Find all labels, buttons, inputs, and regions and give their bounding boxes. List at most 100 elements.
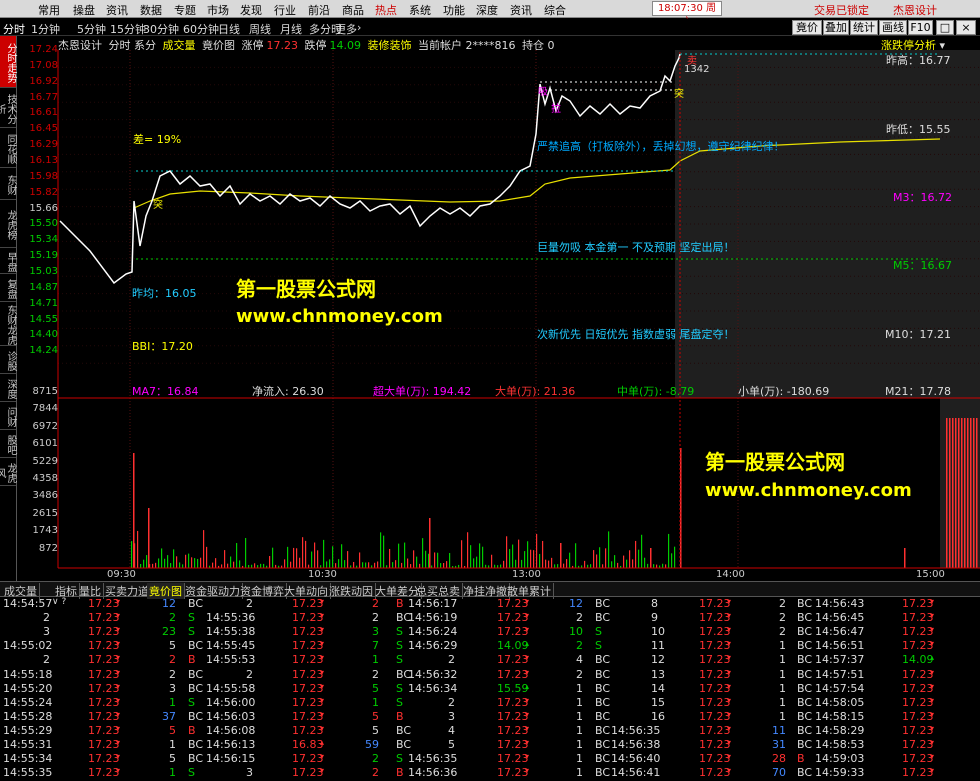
tick-trade-table: 14:54:57 17.23 ▾ 12 BC 2 17.23 ▾ 2 S 3 17.23 ▾ 23 S 14:… bbox=[0, 597, 980, 781]
trade-volume: 5 bbox=[372, 709, 379, 723]
period-tab[interactable]: 15分钟 bbox=[110, 21, 146, 37]
trade-price: 17.23 bbox=[497, 667, 529, 681]
toolbar-button[interactable]: 竟价 bbox=[792, 20, 822, 35]
volume-bar bbox=[404, 542, 406, 568]
toolbar-button[interactable]: 画线 bbox=[879, 20, 907, 35]
trade-time: 14:56:19 bbox=[408, 611, 458, 625]
menu-item[interactable]: 功能 bbox=[443, 2, 465, 18]
period-tab[interactable]: 日线 bbox=[218, 21, 240, 37]
volume-bar bbox=[970, 418, 972, 568]
menu-item[interactable]: 综合 bbox=[544, 2, 566, 18]
trade-price: 17.23 bbox=[292, 695, 324, 709]
trade-price: 17.23 bbox=[88, 681, 120, 695]
trend-arrow-icon: ▾ bbox=[320, 752, 325, 762]
trade-lock-status[interactable]: 交易已锁定 bbox=[814, 2, 869, 18]
trade-volume: 1 bbox=[576, 695, 583, 709]
trade-volume: 2 bbox=[372, 611, 379, 625]
trade-time: 3 bbox=[448, 709, 455, 723]
volume-bar bbox=[434, 552, 436, 568]
trend-arrow-icon: ▾ bbox=[930, 766, 935, 776]
more-arrow-icon[interactable]: › bbox=[357, 21, 361, 34]
menu-item[interactable]: 市场 bbox=[207, 2, 229, 18]
trade-volume: 37 bbox=[162, 709, 176, 723]
period-tab[interactable]: 1分钟 bbox=[31, 21, 60, 37]
volume-bar bbox=[410, 564, 412, 568]
trade-side: B bbox=[188, 653, 196, 667]
menu-item[interactable]: 资讯 bbox=[510, 2, 532, 18]
menu-item[interactable]: 商品 bbox=[342, 2, 364, 18]
toolbar-button[interactable]: 叠加 bbox=[823, 20, 849, 35]
trade-side: BC bbox=[188, 709, 204, 723]
trade-time: 14:58:53 bbox=[815, 738, 865, 751]
trade-price: 17.23 bbox=[497, 752, 529, 766]
menu-item[interactable]: 系统 bbox=[409, 2, 431, 18]
super-large-orders: 超大单(万): 194.42 bbox=[373, 385, 472, 398]
toolbar-button[interactable]: F10 bbox=[908, 20, 933, 35]
volume-bar bbox=[206, 546, 208, 568]
menu-item[interactable]: 资讯 bbox=[106, 2, 128, 18]
volume-bar bbox=[380, 532, 382, 568]
trade-time: 2 bbox=[246, 597, 253, 610]
trade-time: 14:56:29 bbox=[408, 639, 458, 653]
trade-side: S bbox=[188, 766, 195, 780]
trade-time: 15 bbox=[651, 695, 665, 709]
trade-time: 3 bbox=[246, 766, 253, 780]
menu-item[interactable]: 常用 bbox=[38, 2, 60, 18]
menu-item[interactable]: 数据 bbox=[140, 2, 162, 18]
volume-bar bbox=[133, 453, 135, 568]
volume-bar bbox=[479, 543, 481, 568]
trend-arrow-icon: ▾ bbox=[116, 752, 121, 762]
volume-bar bbox=[560, 543, 562, 568]
volume-bar bbox=[557, 564, 559, 568]
toolbar-button[interactable]: 统计 bbox=[850, 20, 878, 35]
period-tab[interactable]: 周线 bbox=[249, 21, 271, 37]
period-tab[interactable]: 5分钟 bbox=[77, 21, 106, 37]
time-tick: 15:00 bbox=[916, 569, 945, 580]
volume-bar bbox=[422, 538, 424, 568]
period-tab[interactable]: 30分钟 bbox=[143, 21, 179, 37]
period-tab[interactable]: 分时 bbox=[3, 21, 25, 37]
trade-time: 4 bbox=[448, 723, 455, 737]
volume-bar bbox=[964, 418, 966, 568]
time-tick: 13:00 bbox=[512, 569, 541, 580]
trade-price: 17.23 bbox=[497, 597, 529, 610]
period-tab[interactable]: 更多 bbox=[335, 21, 357, 37]
period-tab[interactable]: 月线 bbox=[280, 21, 302, 37]
volume-bar bbox=[674, 546, 676, 568]
volume-bar bbox=[158, 558, 160, 568]
trade-side: BC bbox=[188, 639, 204, 653]
volume-bar bbox=[317, 550, 319, 568]
trade-price: 17.23 bbox=[292, 611, 324, 625]
trade-side: BC bbox=[595, 695, 611, 709]
volume-tick: 2615 bbox=[32, 507, 58, 519]
menu-item[interactable]: 专题 bbox=[174, 2, 196, 18]
menu-item[interactable]: 行业 bbox=[274, 2, 296, 18]
volume-bar bbox=[173, 549, 175, 568]
tip-line-2: 巨量勿吸 本金第一 不及预期 坚定出局！ bbox=[537, 241, 735, 254]
menu-item[interactable]: 前沿 bbox=[308, 2, 330, 18]
menu-item[interactable]: 热点 bbox=[375, 2, 397, 18]
window-restore-icon[interactable]: □ bbox=[936, 20, 954, 35]
trade-time: 10 bbox=[651, 625, 665, 639]
bbi-value: BBI：17.20 bbox=[132, 340, 193, 353]
menu-item[interactable]: 深度 bbox=[476, 2, 498, 18]
price-tick: 15.19 bbox=[29, 250, 58, 262]
trade-volume: 2 bbox=[372, 766, 379, 780]
volume-bar bbox=[365, 562, 367, 568]
trade-volume: 1 bbox=[169, 766, 176, 780]
trend-arrow-icon: ▾ bbox=[525, 709, 530, 719]
volume-bar bbox=[476, 556, 478, 568]
period-tab[interactable]: 60分钟 bbox=[183, 21, 219, 37]
small-orders: 小单(万): -180.69 bbox=[738, 385, 830, 398]
menu-item[interactable]: 发现 bbox=[240, 2, 262, 18]
menu-item[interactable]: 操盘 bbox=[73, 2, 95, 18]
volume-bar bbox=[263, 563, 265, 568]
trade-time: 14:56:32 bbox=[408, 667, 458, 681]
trade-price: 17.23 bbox=[497, 766, 529, 780]
trend-arrow-icon: ▾ bbox=[525, 653, 530, 663]
trend-arrow-icon: ▾ bbox=[727, 597, 732, 606]
volume-bar bbox=[413, 550, 415, 568]
close-icon[interactable]: × bbox=[956, 20, 976, 35]
trade-price: 17.23 bbox=[699, 611, 731, 625]
volume-bar bbox=[311, 551, 313, 568]
